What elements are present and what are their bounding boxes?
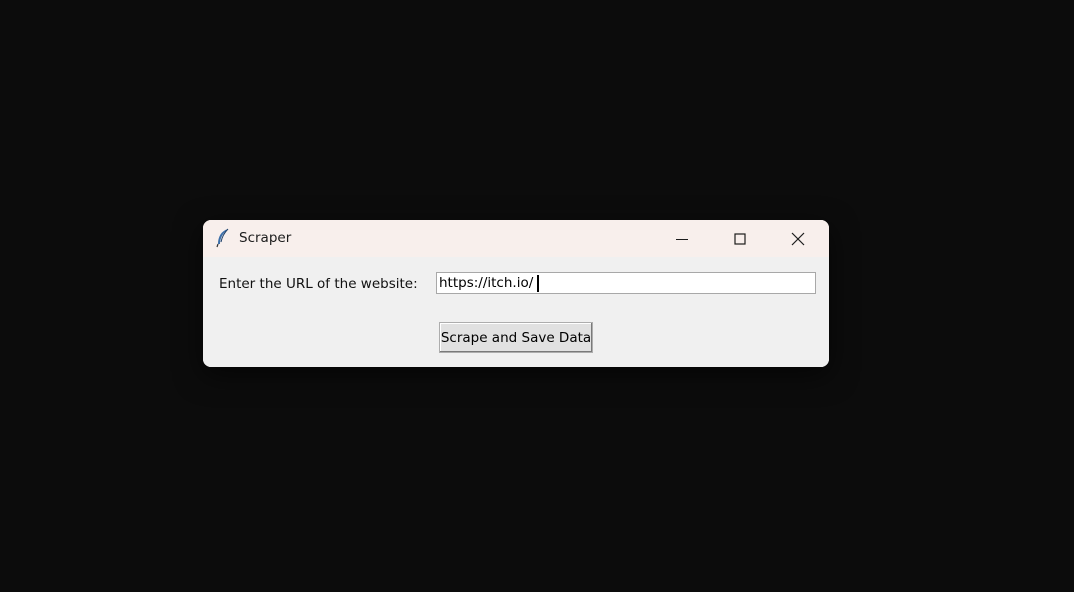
scraper-window: Scraper Enter the URL of the website: ht…: [203, 220, 829, 367]
url-label: Enter the URL of the website:: [219, 276, 418, 292]
maximize-icon: [734, 232, 746, 245]
minimize-button[interactable]: [653, 220, 711, 257]
close-button[interactable]: [769, 220, 827, 257]
scrape-and-save-button[interactable]: Scrape and Save Data: [439, 322, 593, 353]
url-input[interactable]: [436, 272, 816, 294]
maximize-button[interactable]: [711, 220, 769, 257]
desktop-background: Scraper Enter the URL of the website: ht…: [0, 0, 1074, 592]
window-content: Enter the URL of the website: Scrape and…: [203, 257, 829, 367]
minimize-icon: [676, 233, 688, 245]
close-icon: [791, 232, 805, 246]
feather-icon: [215, 228, 231, 248]
text-cursor: [537, 275, 539, 292]
window-title: Scraper: [239, 230, 292, 246]
title-bar[interactable]: Scraper: [203, 220, 829, 257]
